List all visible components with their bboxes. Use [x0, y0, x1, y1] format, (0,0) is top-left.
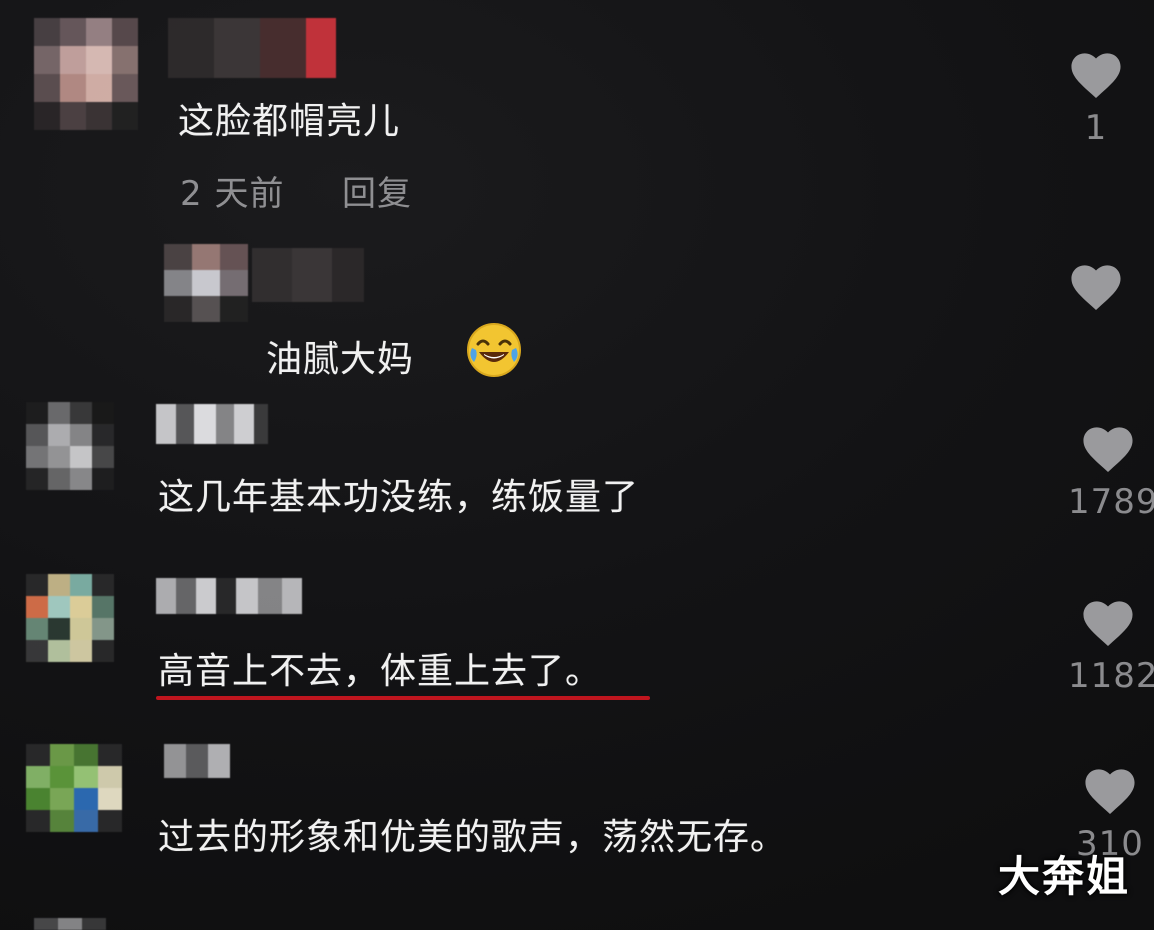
avatar[interactable] — [164, 244, 248, 322]
laughing-tears-emoji — [467, 323, 521, 377]
heart-icon — [1085, 769, 1135, 815]
heart-icon — [1083, 601, 1133, 647]
like-count: 1 — [1084, 108, 1108, 148]
heart-icon — [1071, 53, 1121, 99]
avatar[interactable] — [34, 918, 106, 930]
username[interactable] — [164, 744, 230, 778]
highlight-underline — [156, 696, 650, 700]
avatar[interactable] — [26, 402, 114, 490]
comment-text: 这几年基本功没练，练饭量了 — [158, 477, 640, 518]
comment-text: 过去的形象和优美的歌声，荡然无存。 — [158, 817, 788, 858]
avatar[interactable] — [34, 18, 138, 130]
avatar[interactable] — [26, 744, 122, 832]
comment-time: 2 天前 — [180, 174, 285, 214]
username[interactable] — [252, 248, 364, 302]
watermark: 大奔姐 — [997, 852, 1130, 901]
comment-screen: 这脸都帽亮儿 2 天前 回复 1 油腻大妈 这几年基本功没练，练饭量了 1789… — [0, 0, 1154, 930]
username[interactable] — [156, 578, 302, 614]
like-button[interactable] — [1062, 258, 1130, 320]
reply-button[interactable]: 回复 — [342, 166, 412, 215]
username[interactable] — [168, 18, 336, 78]
like-count: 1182 — [1068, 656, 1154, 696]
like-button[interactable]: 1 — [1062, 46, 1130, 148]
heart-icon — [1083, 427, 1133, 473]
like-button[interactable]: 1789 — [1068, 420, 1154, 522]
heart-icon — [1071, 265, 1121, 311]
like-count: 1789 — [1068, 482, 1154, 522]
username[interactable] — [156, 404, 268, 444]
comment-text: 这脸都帽亮儿 — [178, 101, 401, 142]
comment-text: 油腻大妈 — [266, 339, 415, 380]
comment-text: 高音上不去，体重上去了。 — [158, 651, 603, 692]
like-button[interactable]: 1182 — [1068, 594, 1154, 696]
avatar[interactable] — [26, 574, 114, 662]
